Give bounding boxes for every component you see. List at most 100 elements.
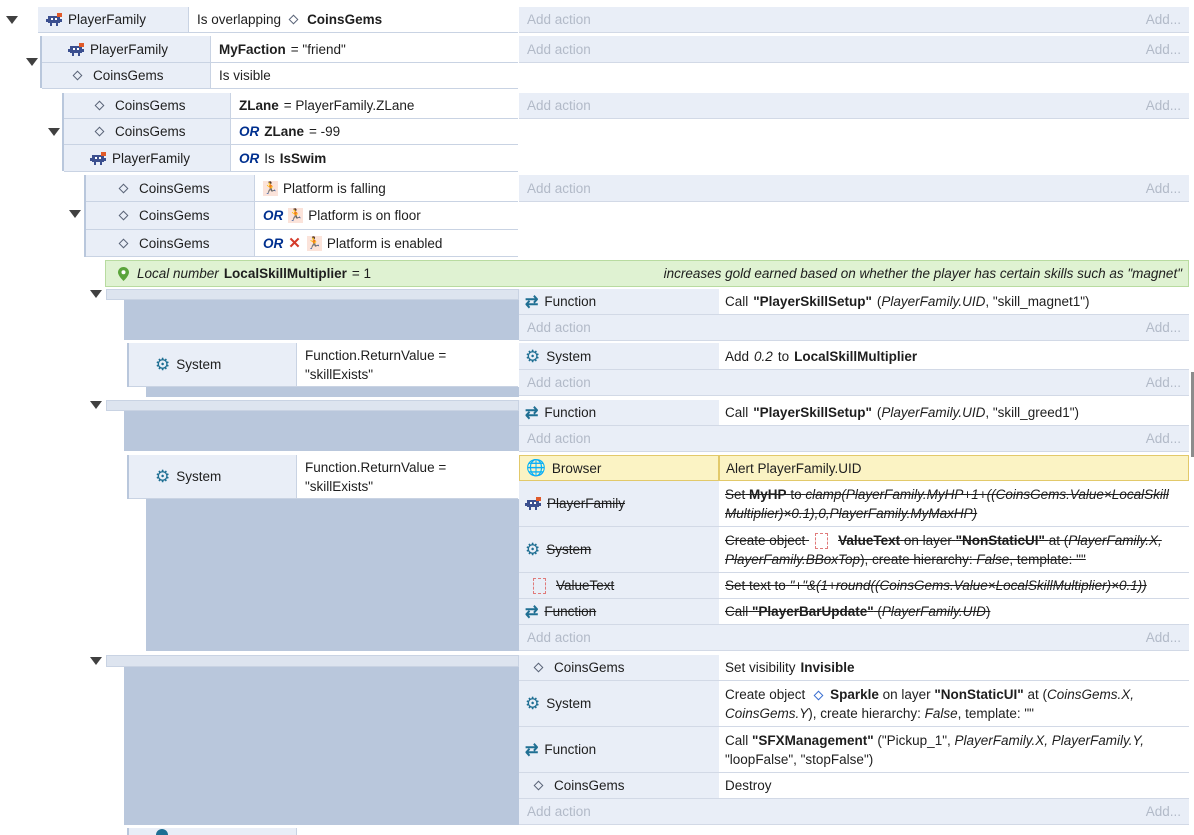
- function-name: "PlayerBarUpdate": [752, 604, 874, 619]
- function-icon: ⇄: [525, 293, 539, 311]
- function-icon: ⇄: [525, 603, 539, 621]
- action-object[interactable]: ⚙ System: [519, 343, 719, 370]
- action-text[interactable]: Create object ValueText on layer "NonSta…: [719, 527, 1189, 573]
- action-object[interactable]: ⇄ Function: [519, 727, 719, 773]
- collapse-toggle[interactable]: [90, 401, 102, 409]
- add-action-row[interactable]: Add action Add...: [519, 7, 1189, 33]
- sprite-icon: [94, 126, 105, 137]
- action-text[interactable]: Set text to "+"&(1+round((CoinsGems.Valu…: [719, 573, 1189, 599]
- local-variable-row[interactable]: Local number LocalSkillMultiplier = 1 incr…: [105, 260, 1189, 287]
- action-verb: Set text to: [725, 578, 786, 593]
- condition-label: Platform is on floor: [308, 208, 421, 223]
- action-object[interactable]: CoinsGems: [519, 773, 719, 799]
- event-condition-object[interactable]: CoinsGems: [64, 119, 230, 145]
- collapse-toggle[interactable]: [90, 290, 102, 298]
- event-header-bar[interactable]: [106, 289, 519, 300]
- action-content: Create object Sparkle on layer "NonStati…: [725, 685, 1189, 723]
- add-short-label: Add...: [1145, 375, 1181, 390]
- event-condition-text[interactable]: OR ZLane = -99: [230, 119, 518, 145]
- event-condition-object[interactable]: ⚙ System: [129, 455, 296, 499]
- sprite-icon: [288, 14, 299, 25]
- add-action-row[interactable]: Add action Add...: [519, 625, 1189, 651]
- action-text[interactable]: Set visibility Invisible: [719, 655, 1189, 681]
- action-object[interactable]: PlayerFamily: [519, 481, 719, 527]
- action-object[interactable]: CoinsGems: [519, 655, 719, 681]
- action-text[interactable]: Add 0.2 to LocalSkillMultiplier: [719, 343, 1189, 370]
- condition-object-label: CoinsGems: [139, 208, 210, 223]
- action-text[interactable]: Destroy: [719, 773, 1189, 799]
- event-condition-text[interactable]: Function.ReturnValue = "skillExists": [296, 455, 518, 499]
- event-condition-object[interactable]: CoinsGems: [86, 202, 254, 230]
- action-text[interactable]: Call "SFXManagement" ("Pickup_1", Player…: [719, 727, 1189, 773]
- add-short-label: Add...: [1145, 431, 1181, 446]
- event-condition-object[interactable]: ⚙ System: [129, 343, 296, 387]
- action-text[interactable]: Call "PlayerBarUpdate" (PlayerFamily.UID…: [719, 599, 1189, 625]
- action-object-label: PlayerFamily: [547, 496, 626, 511]
- variable-name: MyFaction: [219, 41, 286, 57]
- collapse-toggle[interactable]: [26, 58, 38, 66]
- add-action-row[interactable]: Add action Add...: [519, 315, 1189, 341]
- action-text[interactable]: Set MyHP to clamp(PlayerFamily.MyHP+1+((…: [719, 481, 1189, 527]
- action-object[interactable]: ⚙ System: [519, 681, 719, 727]
- action-amount: 0.2: [754, 348, 773, 364]
- action-object[interactable]: 🌐 Browser: [519, 455, 719, 481]
- event-condition-text[interactable]: MyFaction = "friend": [210, 36, 518, 63]
- event-condition-text[interactable]: ZLane = PlayerFamily.ZLane: [230, 93, 518, 119]
- action-object[interactable]: ⇄ Function: [519, 289, 719, 315]
- condition-object-label: CoinsGems: [139, 235, 210, 251]
- event-condition-object[interactable]: CoinsGems: [42, 63, 210, 89]
- event-condition-object[interactable]: PlayerFamily: [64, 145, 230, 172]
- event-condition-object[interactable]: PlayerFamily: [42, 36, 210, 63]
- collapse-toggle[interactable]: [6, 16, 18, 24]
- collapse-toggle[interactable]: [69, 210, 81, 218]
- position-y: CoinsGems.Y: [725, 705, 809, 721]
- event-header-bar[interactable]: [106, 400, 519, 411]
- action-object[interactable]: ValueText: [519, 573, 719, 599]
- disabled-action-content: Set MyHP to clamp(PlayerFamily.MyHP+1+((…: [725, 485, 1189, 523]
- event-header-bar[interactable]: [106, 655, 519, 667]
- add-action-row[interactable]: Add action Add...: [519, 93, 1189, 119]
- sprite-icon: [94, 100, 105, 111]
- add-action-row[interactable]: Add action Add...: [519, 175, 1189, 202]
- gear-icon: [156, 829, 168, 835]
- next-event-condition[interactable]: [129, 828, 296, 835]
- action-object-label: ValueText: [556, 578, 615, 593]
- event-condition-object[interactable]: CoinsGems: [86, 175, 254, 202]
- add-action-row[interactable]: Add action Add...: [519, 426, 1189, 452]
- add-action-label: Add action: [527, 804, 591, 819]
- function-arg: PlayerFamily.UID: [881, 405, 986, 420]
- condition-label: Function.ReturnValue = "skillExists": [305, 459, 447, 494]
- event-condition-text[interactable]: OR Is IsSwim: [230, 145, 518, 172]
- variable-name: IsSwim: [279, 150, 327, 166]
- action-text[interactable]: Call "PlayerSkillSetup"(PlayerFamily.UID,…: [719, 289, 1189, 315]
- action-verb: Create object: [725, 686, 806, 702]
- event-condition-text[interactable]: Is visible: [210, 63, 518, 89]
- action-object[interactable]: ⇄ Function: [519, 400, 719, 426]
- collapse-toggle[interactable]: [90, 657, 102, 665]
- event-condition-text[interactable]: OR 🏃 Platform is on floor: [254, 202, 518, 230]
- add-action-row[interactable]: Add action Add...: [519, 36, 1189, 63]
- event-condition-text[interactable]: Is overlapping CoinsGems: [188, 7, 518, 33]
- next-event-condition-text[interactable]: [296, 828, 518, 835]
- action-text[interactable]: Call "PlayerSkillSetup"(PlayerFamily.UID,…: [719, 400, 1189, 426]
- disabled-action-content: Create object ValueText on layer "NonSta…: [725, 531, 1189, 569]
- add-action-row[interactable]: Add action Add...: [519, 370, 1189, 396]
- variable-name: LocalSkillMultiplier: [794, 348, 918, 364]
- function-icon: ⇄: [525, 404, 539, 422]
- action-object[interactable]: ⚙ System: [519, 527, 719, 573]
- gear-icon: ⚙: [525, 346, 541, 366]
- event-condition-object[interactable]: CoinsGems: [64, 93, 230, 119]
- action-text[interactable]: Alert PlayerFamily.UID: [719, 455, 1189, 481]
- action-text[interactable]: Create object Sparkle on layer "NonStati…: [719, 681, 1189, 727]
- action-object[interactable]: ⇄ Function: [519, 599, 719, 625]
- add-action-row[interactable]: Add action Add...: [519, 799, 1189, 825]
- event-condition-object[interactable]: PlayerFamily: [38, 7, 188, 33]
- event-condition-text[interactable]: 🏃 Platform is falling: [254, 175, 518, 202]
- collapse-toggle[interactable]: [48, 128, 60, 136]
- event-condition-text[interactable]: OR ✕ 🏃 Platform is enabled: [254, 230, 518, 257]
- hierarchy-value: False: [924, 705, 958, 721]
- add-action-label: Add action: [527, 180, 591, 196]
- event-condition-object[interactable]: CoinsGems: [86, 230, 254, 257]
- event-condition-text[interactable]: Function.ReturnValue = "skillExists": [296, 343, 518, 387]
- action-verb: Set: [725, 486, 746, 502]
